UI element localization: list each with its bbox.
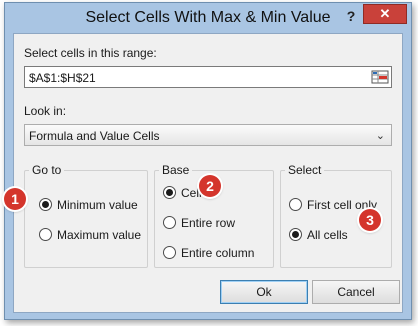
range-input[interactable]: $A$1:$H$21 [24, 66, 392, 88]
radio-label: Maximum value [57, 228, 142, 242]
cancel-button[interactable]: Cancel [312, 280, 400, 304]
help-button[interactable]: ? [341, 7, 361, 25]
radio-label: Entire row [181, 216, 236, 230]
close-button[interactable]: ✕ [363, 4, 407, 24]
radio-button[interactable] [289, 198, 302, 211]
ok-button[interactable]: Ok [220, 280, 308, 304]
go-to-group: Go to Minimum value Maximum value [24, 163, 148, 268]
step-badge-1: 1 [4, 188, 26, 210]
dialog-window: Select Cells With Max & Min Value ? ✕ Se… [4, 2, 412, 320]
radio-button[interactable] [39, 198, 52, 211]
radio-maximum-value[interactable]: Maximum value [39, 227, 147, 243]
radio-entire-column[interactable]: Entire column [163, 245, 273, 261]
radio-label: Entire column [181, 246, 255, 260]
go-to-title: Go to [29, 163, 65, 177]
range-value: $A$1:$H$21 [29, 71, 96, 85]
base-title: Base [159, 163, 193, 177]
range-picker-icon[interactable] [371, 69, 389, 85]
close-icon: ✕ [379, 6, 391, 21]
title-bar[interactable]: Select Cells With Max & Min Value ? ✕ [5, 3, 411, 33]
look-in-dropdown[interactable]: Formula and Value Cells ⌄ [24, 124, 392, 146]
radio-button[interactable] [163, 186, 176, 199]
radio-label: Minimum value [57, 198, 138, 212]
chevron-down-icon: ⌄ [375, 130, 385, 142]
dialog-body: Select cells in this range: $A$1:$H$21 L… [13, 33, 403, 313]
select-title: Select [285, 163, 325, 177]
radio-button[interactable] [39, 228, 52, 241]
radio-entire-row[interactable]: Entire row [163, 215, 263, 231]
radio-minimum-value[interactable]: Minimum value [39, 197, 147, 213]
radio-label: All cells [307, 228, 348, 242]
radio-button[interactable] [289, 228, 302, 241]
look-in-label: Look in: [24, 104, 67, 118]
look-in-value: Formula and Value Cells [29, 129, 160, 143]
range-label: Select cells in this range: [24, 46, 157, 60]
step-badge-2: 2 [199, 175, 221, 197]
radio-button[interactable] [163, 216, 176, 229]
step-badge-3: 3 [359, 209, 381, 231]
radio-button[interactable] [163, 246, 176, 259]
